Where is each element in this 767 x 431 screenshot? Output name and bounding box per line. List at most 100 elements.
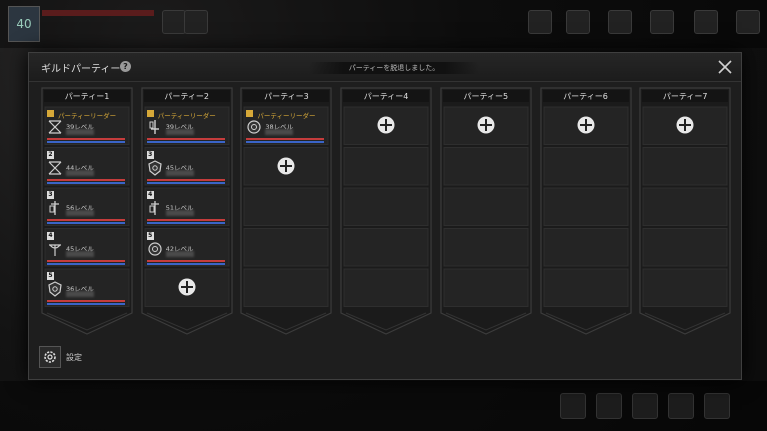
plus-icon [377,116,395,134]
bow-icon [48,120,62,134]
member-hp-bar [47,178,125,181]
member-number-badge: 2 [47,150,54,159]
staff-icon [49,201,59,215]
party-title: パーティー4 [363,92,409,101]
plus-icon [577,116,594,134]
dialog-header: ギルドパーティー ? パーティーを脱退しました。 [29,53,741,82]
staff-icon [149,201,159,215]
member-number-badge: 4 [47,231,54,240]
player-hp-bar [42,10,154,16]
member-mp-bar [47,181,125,184]
member-name-redacted [66,169,94,176]
menu-icon [528,10,552,34]
menu-icon [694,10,718,34]
party-member-slot[interactable]: パーティーリーダー 38レベル [246,110,326,146]
member-hp-bar [246,138,325,140]
party-member-slot[interactable]: 4 45レベル [47,231,127,268]
bow-icon [48,160,62,175]
party-member-slot[interactable]: 3 45レベル [146,150,227,187]
party-member-slot[interactable]: パーティーリーダー 39レベル [47,110,127,146]
skill-slot [560,393,586,419]
member-number-badge: 5 [146,231,154,240]
party-columns: パーティー1 パーティーリーダー 39レベル 2 44レベル 3 56レベル 4 45レベル 5 3… [41,87,731,335]
skill-slot [704,393,730,419]
member-mp-bar [47,222,125,224]
member-hp-bar [146,219,225,221]
shield-icon [148,159,162,176]
add-member-button[interactable] [476,115,496,135]
member-name-redacted [66,210,94,216]
member-hp-bar [146,178,225,181]
hamburger-menu-icon [736,10,760,34]
menu-icon [566,10,590,34]
party-column-1: パーティー1 パーティーリーダー 39レベル 2 44レベル 3 56レベル 4 45レベル 5 3… [41,87,133,335]
add-member-button[interactable] [177,277,197,297]
party-column-7: パーティー7 [639,87,731,335]
hud-top-bar: 40 [0,0,767,48]
member-hp-bar [47,300,125,302]
crossbow-icon [49,243,61,256]
add-member-button[interactable] [276,156,296,176]
sword-icon [149,120,159,134]
party-title: パーティー2 [164,92,209,101]
party-column-2: パーティー2 パーティーリーダー 39レベル 3 45レベル 4 51レベル 5 42レベル [141,87,233,335]
member-mp-bar [146,141,225,143]
plus-icon [477,116,495,134]
close-icon[interactable] [715,57,735,77]
party-member-slot[interactable]: 2 44レベル [47,150,127,187]
member-mp-bar [47,141,125,143]
party-column-4: パーティー4 [340,87,432,335]
party-column-5: パーティー5 [440,87,532,335]
member-name-redacted [66,291,94,297]
member-mp-bar [47,262,125,265]
skill-slot [596,393,622,419]
leader-crown-icon [47,110,54,117]
help-icon[interactable]: ? [120,61,131,72]
member-mp-bar [246,141,325,143]
party-column-3: パーティー3 パーティーリーダー 38レベル [240,87,332,335]
plus-icon [277,157,295,174]
add-member-button[interactable] [675,115,695,135]
party-member-slot[interactable]: パーティーリーダー 39レベル [146,110,227,146]
guild-party-dialog: ギルドパーティー ? パーティーを脱退しました。 パーティー1 パーティーリーダー… [28,52,742,380]
gear-icon [44,351,56,363]
party-member-slot[interactable]: 5 42レベル [146,231,227,268]
settings-button[interactable] [39,346,61,368]
party-leader-label: パーティーリーダー [257,112,316,120]
plus-icon [676,116,694,134]
shield-icon [48,281,62,297]
settings-label: 設定 [66,353,82,362]
member-name-redacted [165,169,194,176]
party-member-slot[interactable]: 5 36レベル [47,272,127,308]
player-level-badge: 40 [8,6,40,42]
member-mp-bar [146,181,225,184]
leader-crown-icon [146,110,154,117]
member-hp-bar [146,259,225,262]
party-member-slot[interactable]: 4 51レベル [146,191,227,227]
party-title: パーティー7 [662,92,708,101]
member-name-redacted [165,250,194,257]
member-name-redacted [165,210,194,216]
member-name-redacted [165,129,194,135]
member-mp-bar [146,222,225,224]
member-hp-bar [47,219,125,221]
member-hp-bar [47,259,125,262]
member-number-badge: 3 [47,191,54,199]
skill-slot [668,393,694,419]
party-leader-label: パーティーリーダー [58,112,117,120]
menu-icon [650,10,674,34]
member-name-redacted [66,129,94,135]
status-notice: パーティーを脱退しました。 [309,62,479,74]
party-member-slot[interactable]: 3 56レベル [47,191,127,227]
member-hp-bar [47,138,125,140]
party-title: パーティー5 [463,92,509,101]
party-column-6: パーティー6 [539,87,632,335]
add-member-button[interactable] [376,115,396,135]
party-leader-label: パーティーリーダー [157,112,216,120]
add-member-button[interactable] [576,115,596,135]
skill-slot [632,393,658,419]
buff-icon [162,10,186,34]
buff-icon [184,10,208,34]
member-hp-bar [146,138,225,140]
orb-icon [148,241,162,256]
